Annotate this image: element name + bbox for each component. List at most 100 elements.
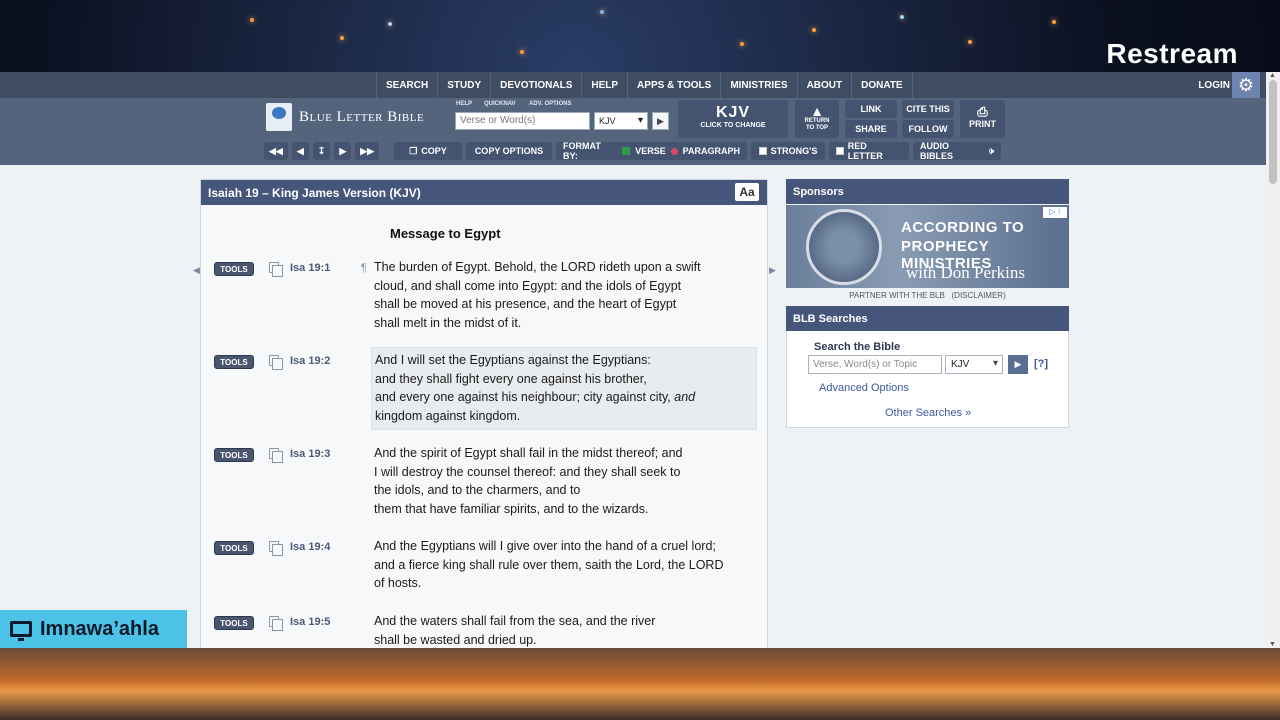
verse-line: And I will set the Egyptians against the… <box>375 353 651 367</box>
verse-text: And the waters shall fail from the sea, … <box>374 612 754 648</box>
print-button[interactable]: ⎙ PRINT <box>960 100 1005 138</box>
audio-bibles-button[interactable]: AUDIO BIBLES 🕩 <box>913 141 1001 161</box>
quicknav-link[interactable]: QUICKNAV <box>484 101 516 107</box>
top-nav: SEARCH STUDY DEVOTIONALS HELP APPS & TOO… <box>0 72 1280 98</box>
copy-icon[interactable] <box>269 541 283 556</box>
next-chapter-icon[interactable]: ▶ <box>334 142 352 160</box>
menu-donate[interactable]: DONATE <box>852 72 913 98</box>
next-chapter-arrow-icon[interactable]: ▶ <box>769 265 776 276</box>
search-go-icon[interactable]: ▶ <box>1008 355 1028 374</box>
verse-line: And the waters shall fail from the sea, … <box>374 614 656 628</box>
search-version-select[interactable]: KJV <box>945 355 1003 374</box>
red-letter-toggle[interactable]: RED LETTER <box>829 141 909 161</box>
copy-button[interactable]: ❐ COPY <box>394 142 462 160</box>
strongs-toggle[interactable]: STRONG'S <box>751 142 825 160</box>
menu-about[interactable]: ABOUT <box>798 72 853 98</box>
red-letter-checkbox[interactable] <box>836 147 844 155</box>
gear-icon[interactable]: ⚙ <box>1232 72 1260 98</box>
verse-ref[interactable]: Isa 19:1 <box>290 262 330 274</box>
verse-line: I will destroy the counsel thereof: and … <box>374 464 681 479</box>
red-letter-label: RED LETTER <box>847 141 883 161</box>
verse-checkbox[interactable] <box>622 147 631 155</box>
version-switch-button[interactable]: KJV CLICK TO CHANGE <box>678 100 788 138</box>
verse-ref[interactable]: Isa 19:4 <box>290 541 330 553</box>
cite-button[interactable]: CITE THIS <box>902 100 954 118</box>
first-chapter-icon[interactable]: ◀◀ <box>264 142 288 160</box>
paragraph-radio[interactable] <box>670 147 678 155</box>
verse-text: The burden of Egypt. Behold, the LORD ri… <box>374 258 754 333</box>
verse-line: cloud, and shall come into Egypt: and th… <box>374 278 682 293</box>
tools-button[interactable]: TOOLS <box>214 262 254 276</box>
streamer-name: Imnawa’ahla <box>40 617 159 640</box>
copy-icon[interactable] <box>269 262 283 277</box>
search-help-link[interactable]: [?] <box>1034 358 1048 370</box>
menu-help[interactable]: HELP <box>582 72 629 98</box>
sponsor-ad[interactable]: ACCORDING TO PROPHECY MINISTRIES with Do… <box>786 205 1069 288</box>
menu-devotionals[interactable]: DEVOTIONALS <box>491 72 583 98</box>
font-size-button[interactable]: Aa <box>735 183 759 201</box>
verse-ref[interactable]: Isa 19:5 <box>290 616 330 628</box>
tools-button[interactable]: TOOLS <box>214 541 254 555</box>
verse-text: And the Egyptians will I give over into … <box>374 537 754 593</box>
verse-ref[interactable]: Isa 19:3 <box>290 448 330 460</box>
other-searches-link[interactable]: Other Searches » <box>885 407 971 419</box>
scroll-up-icon[interactable]: ▲ <box>1269 72 1276 79</box>
adchoices-icon[interactable]: ▷ ⁝ <box>1043 207 1067 218</box>
ad-line-1: ACCORDING TO <box>901 219 1025 236</box>
tools-button[interactable]: TOOLS <box>214 448 254 462</box>
advanced-options-link[interactable]: Advanced Options <box>819 382 909 394</box>
verse-line: the idols, and to the charmers, and to <box>374 483 581 498</box>
background-sparks <box>0 0 1280 72</box>
verse-line: The burden of Egypt. Behold, the LORD ri… <box>374 260 701 274</box>
help-mini-link[interactable]: HELP <box>456 101 472 107</box>
chapter-panel: Isaiah 19 – King James Version (KJV) Aa … <box>200 179 768 648</box>
copy-icon[interactable] <box>269 616 283 631</box>
menu-search[interactable]: SEARCH <box>377 72 439 98</box>
disclaimer-link[interactable]: (DISCLAIMER) <box>952 291 1006 300</box>
verse-line: shall melt in the midst of it. <box>374 316 522 331</box>
blb-searches-panel: BLB Searches Search the Bible Verse, Wor… <box>786 306 1069 428</box>
go-play-icon[interactable]: ▶ <box>652 112 669 130</box>
strongs-checkbox[interactable] <box>758 147 767 155</box>
menu-ministries[interactable]: MINISTRIES <box>721 72 798 98</box>
scroll-thumb[interactable] <box>1269 80 1277 184</box>
partner-link[interactable]: PARTNER WITH THE BLB <box>849 291 945 300</box>
monitor-icon <box>10 621 32 641</box>
bible-toolbar: Blue Letter Bible HELP QUICKNAV ADV. OPT… <box>0 98 1280 165</box>
verse-line: kingdom against kingdom. <box>375 409 521 424</box>
verse-search-input[interactable]: Verse or Word(s) <box>455 112 590 130</box>
tools-button[interactable]: TOOLS <box>214 616 254 630</box>
copy-options-button[interactable]: COPY OPTIONS <box>466 142 552 160</box>
italic-word: and <box>674 390 696 405</box>
share-button[interactable]: SHARE <box>845 120 897 138</box>
verse-line: shall be wasted and dried up. <box>374 632 537 647</box>
verse-line: And the Egyptians will I give over into … <box>374 539 716 553</box>
site-logo[interactable]: Blue Letter Bible <box>266 103 424 131</box>
menu-study[interactable]: STUDY <box>438 72 492 98</box>
copy-small-icon: ❐ <box>409 145 418 156</box>
return-to-top-button[interactable]: ▲ RETURN TO TOP <box>795 100 839 138</box>
prev-chapter-icon[interactable]: ◀ <box>291 142 309 160</box>
tools-button[interactable]: TOOLS <box>214 355 254 369</box>
link-button[interactable]: LINK <box>845 100 897 118</box>
scroll-down-icon[interactable]: ▼ <box>1269 641 1276 648</box>
search-input[interactable]: Verse, Word(s) or Topic <box>808 355 942 374</box>
last-chapter-icon[interactable]: ▶▶ <box>355 142 380 160</box>
copy-icon[interactable] <box>269 448 283 463</box>
audio-label: AUDIO BIBLES <box>920 141 954 161</box>
verse-ref[interactable]: Isa 19:2 <box>290 355 330 367</box>
copy-icon[interactable] <box>269 355 283 370</box>
version-select[interactable]: KJV <box>594 112 648 130</box>
login-link[interactable]: LOGIN <box>1198 80 1230 91</box>
prev-chapter-arrow-icon[interactable]: ◀ <box>193 265 200 276</box>
chapter-list-icon[interactable]: ↧ <box>312 142 331 160</box>
page-scrollbar[interactable]: ▲ ▼ <box>1266 72 1280 648</box>
adv-options-link[interactable]: ADV. OPTIONS <box>529 101 571 107</box>
ministry-seal-image <box>806 209 882 285</box>
menu-apps-tools[interactable]: APPS & TOOLS <box>628 72 722 98</box>
verse-line: of hosts. <box>374 576 422 591</box>
print-label: PRINT <box>969 119 996 129</box>
follow-button[interactable]: FOLLOW <box>902 120 954 138</box>
verse-line: them that have familiar spirits, and to … <box>374 502 649 517</box>
sponsors-panel: Sponsors ACCORDING TO PROPHECY MINISTRIE… <box>786 179 1069 309</box>
